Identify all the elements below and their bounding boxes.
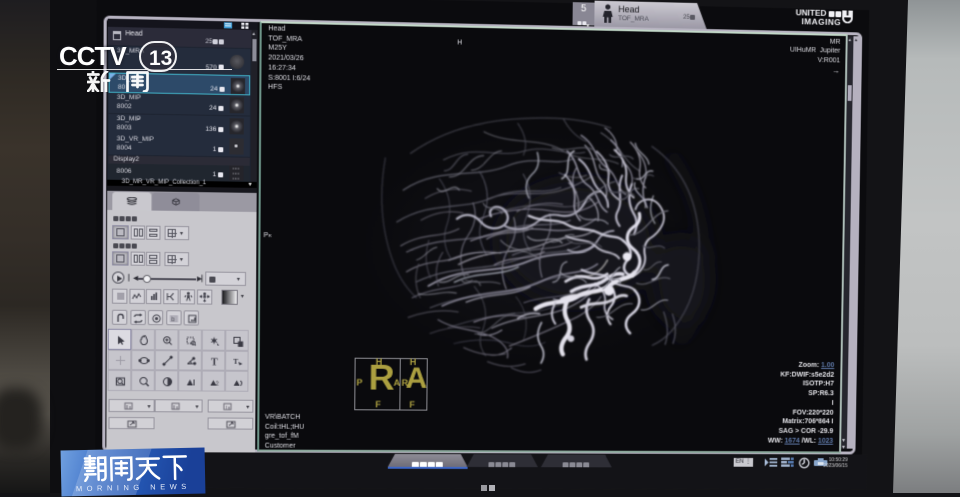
svg-text:b: b bbox=[171, 316, 175, 323]
svg-text:2: 2 bbox=[215, 380, 219, 387]
svg-text:T: T bbox=[210, 357, 217, 366]
svg-text:T: T bbox=[233, 358, 238, 366]
